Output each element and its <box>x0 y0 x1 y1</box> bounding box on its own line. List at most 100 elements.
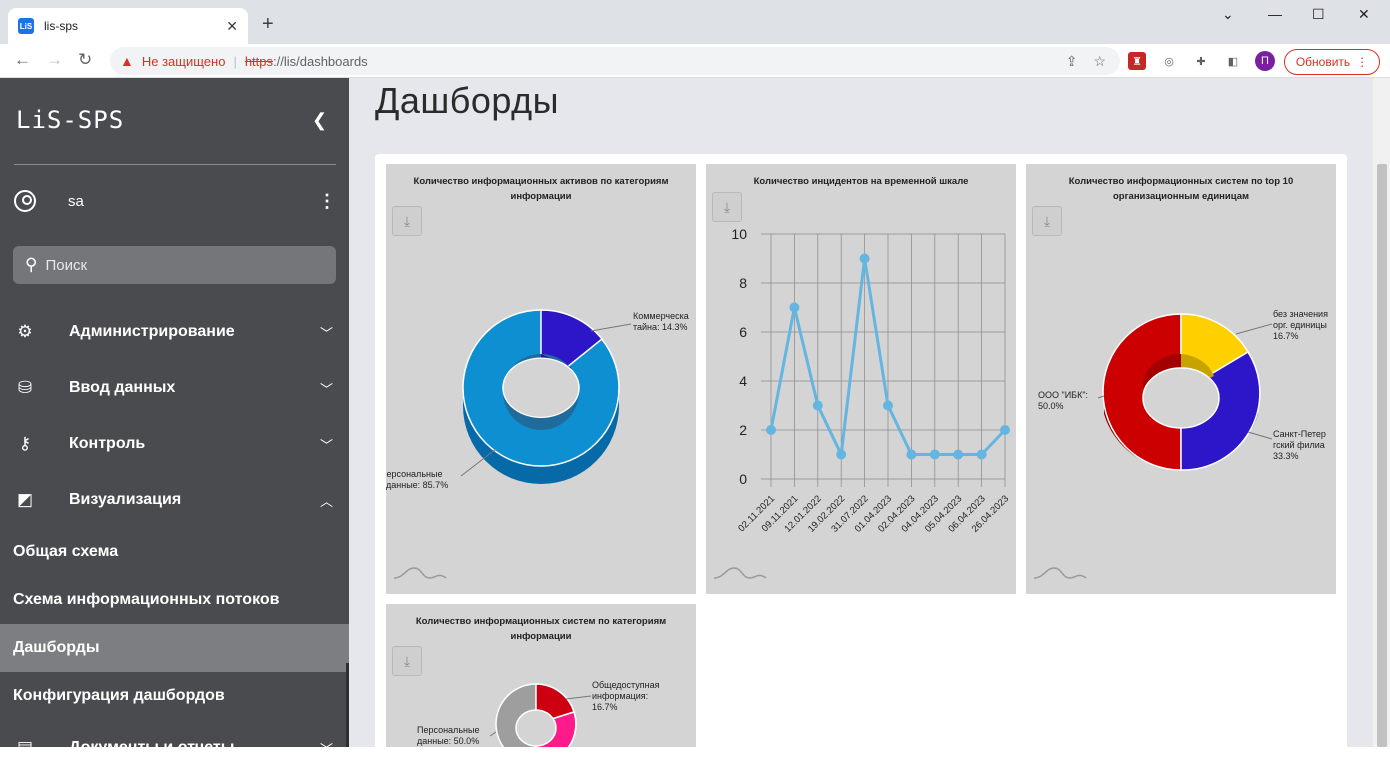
sidebar-item-control[interactable]: ⚷ Контроль ﹀ <box>0 416 349 472</box>
data-point <box>812 400 823 411</box>
puzzle-icon[interactable]: ✚ <box>1192 52 1210 70</box>
data-point <box>976 449 987 460</box>
y-tick-label: 10 <box>731 226 747 242</box>
dashboard-panel: Количество информационных активов по кат… <box>375 154 1347 747</box>
donut-hole <box>515 709 557 747</box>
sidebar-item-label: Контроль <box>69 435 146 452</box>
leader-line <box>590 323 632 332</box>
warning-icon: ▲ <box>120 53 134 69</box>
tab-title: lis-sps <box>44 19 79 33</box>
sidebar: LiS-SPS ❮ sa ⋮ ⚲ ⚙ Администрирование ﹀ ⛁… <box>0 78 349 757</box>
sidebar-subitem-dashboards[interactable]: Дашборды <box>0 624 349 672</box>
sidebar-search[interactable]: ⚲ <box>13 246 336 284</box>
update-label: Обновить <box>1295 55 1351 69</box>
data-point <box>883 400 893 411</box>
extension-castle-icon[interactable]: ♜ <box>1128 52 1146 70</box>
app-logo[interactable]: LiS-SPS <box>16 106 124 134</box>
data-point <box>789 302 800 313</box>
sidebar-subitem-info-flows[interactable]: Схема информационных потоков <box>0 576 349 624</box>
slice-label: ООО "ИБК": 50.0% <box>1038 390 1089 411</box>
search-input[interactable] <box>45 256 306 274</box>
gear-icon: ⚙ <box>17 322 33 341</box>
donut-chart <box>460 309 632 484</box>
back-icon[interactable]: ← <box>14 50 31 70</box>
y-tick-label: 4 <box>739 373 747 389</box>
update-button[interactable]: Обновить ⋮ <box>1284 49 1380 75</box>
reload-icon[interactable]: ↻ <box>78 50 92 70</box>
browser-toolbar: ← → ↻ ▲ Не защищено | https ://lis/dashb… <box>0 44 1390 78</box>
globe-icon[interactable]: ◎ <box>1160 52 1178 70</box>
dashboard-card: Количество информационных систем по кате… <box>386 604 696 747</box>
chevron-down-icon: ﹀ <box>319 437 333 453</box>
browser-tab-strip: LiS lis-sps ✕ + ⌄ — ☐ ✕ <box>0 0 1390 44</box>
line-chart: 024681002.11.202109.11.202112.01.202219.… <box>731 226 1011 535</box>
scroll-thumb[interactable] <box>1377 164 1387 747</box>
minimize-icon[interactable]: — <box>1268 6 1282 22</box>
user-row: sa ⋮ <box>14 188 336 214</box>
y-tick-label: 6 <box>739 324 747 340</box>
data-point <box>1000 425 1010 435</box>
data-point <box>859 253 870 264</box>
slice-label: Санкт-Петер гский филиа 33.3% <box>1273 429 1326 461</box>
database-icon: ⛁ <box>17 378 33 397</box>
sidepanel-icon[interactable]: ◧ <box>1224 52 1242 70</box>
slice-label: Персональные данные: 85.7% <box>386 469 449 490</box>
chevron-down-icon: ﹀ <box>319 381 333 397</box>
data-point <box>836 449 847 460</box>
watermark-icon <box>1033 567 1087 579</box>
donut-hole <box>502 357 580 418</box>
kebab-menu-icon[interactable]: ⋮ <box>318 191 336 212</box>
data-point <box>766 425 776 435</box>
collapse-sidebar-icon[interactable]: ❮ <box>312 110 327 131</box>
sidebar-item-documents[interactable]: ▤ Документы и отчеты ﹀ <box>0 720 349 776</box>
sidebar-divider <box>14 164 336 165</box>
donut-chart <box>1097 313 1273 471</box>
sidebar-item-label: Ввод данных <box>69 379 176 396</box>
data-point <box>953 449 964 460</box>
forward-icon[interactable]: → <box>46 50 63 70</box>
chevron-down-icon[interactable]: ⌄ <box>1222 6 1234 23</box>
dashboard-card: Количество информационных активов по кат… <box>386 164 696 594</box>
profile-avatar[interactable]: П <box>1255 51 1275 71</box>
sidebar-subitem-overview[interactable]: Общая схема <box>0 528 349 576</box>
share-icon[interactable]: ⇪ <box>1066 53 1078 70</box>
address-bar[interactable]: ▲ Не защищено | https ://lis/dashboards … <box>110 47 1120 75</box>
donut-hole <box>1142 367 1220 429</box>
visualization-icon: ◩ <box>16 490 34 509</box>
sidebar-item-label: Документы и отчеты <box>69 739 235 756</box>
user-name: sa <box>68 192 84 210</box>
chevron-down-icon: ﹀ <box>319 325 333 341</box>
sidebar-item-data-entry[interactable]: ⛁ Ввод данных ﹀ <box>0 360 349 416</box>
security-status[interactable]: Не защищено <box>142 54 226 69</box>
slice-label: Коммерческа тайна: 14.3% <box>633 311 689 332</box>
dashboard-card: Количество информационных систем по top … <box>1026 164 1336 594</box>
url-scheme: https <box>244 53 274 69</box>
main-scrollbar[interactable] <box>1373 78 1390 747</box>
watermark-icon <box>393 567 447 579</box>
new-tab-icon[interactable]: + <box>262 14 274 34</box>
window-close-icon[interactable]: ✕ <box>1358 6 1370 23</box>
watermark-icon <box>713 567 767 579</box>
browser-tab[interactable]: LiS lis-sps ✕ <box>8 8 248 44</box>
star-icon[interactable]: ☆ <box>1093 53 1106 70</box>
slice-label: Общедоступная информация: 16.7% <box>592 680 660 712</box>
data-point <box>906 449 917 460</box>
leader-line <box>1247 431 1273 440</box>
main-content: Дашборды Количество информационных актив… <box>349 78 1390 747</box>
chevron-up-icon: ︿ <box>319 493 333 509</box>
page-title: Дашборды <box>375 80 559 121</box>
sidebar-item-label: Администрирование <box>69 323 235 340</box>
chevron-down-icon: ﹀ <box>319 741 333 757</box>
sidebar-item-visualization[interactable]: ◩ Визуализация ︿ <box>0 472 349 528</box>
sidebar-item-administration[interactable]: ⚙ Администрирование ﹀ <box>0 304 349 360</box>
sidebar-subitem-dashboard-config[interactable]: Конфигурация дашбордов <box>0 672 349 720</box>
close-icon[interactable]: ✕ <box>226 18 238 35</box>
user-lock-icon: ⚷ <box>18 434 32 453</box>
omnibox-divider: | <box>233 53 237 69</box>
leader-line <box>489 731 497 737</box>
maximize-icon[interactable]: ☐ <box>1312 6 1325 23</box>
user-circle-icon <box>14 190 36 212</box>
slice-label: без значения орг. единицы 16.7% <box>1273 309 1328 341</box>
y-tick-label: 0 <box>739 471 747 487</box>
y-tick-label: 2 <box>739 422 747 438</box>
